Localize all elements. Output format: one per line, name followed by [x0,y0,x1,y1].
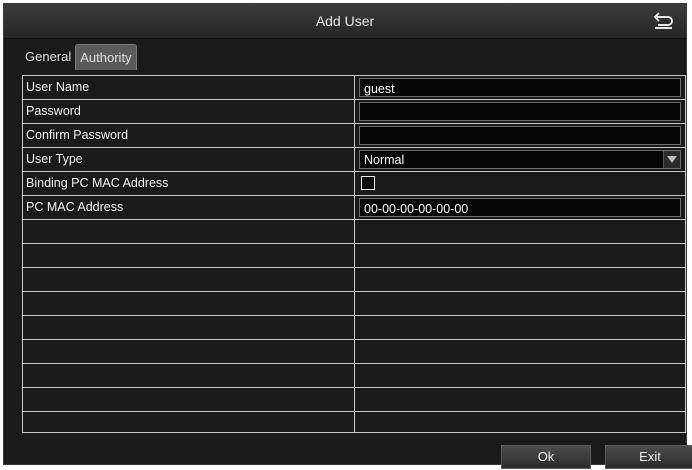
row-pc-mac: PC MAC Address [23,196,685,220]
binding-mac-checkbox[interactable] [361,176,375,190]
tab-bar: General Authority [21,44,137,70]
empty-row [23,340,685,364]
password-input[interactable] [359,102,681,121]
user-type-select[interactable]: Normal [359,150,681,169]
confirm-password-input[interactable] [359,126,681,145]
empty-row [23,364,685,388]
row-user-name: User Name [23,76,685,100]
return-arrow-icon[interactable] [652,11,674,31]
row-password: Password [23,100,685,124]
password-label: Password [26,104,81,118]
empty-row [23,388,685,412]
empty-row [23,244,685,268]
empty-row [23,292,685,316]
row-user-type: User Type Normal [23,148,685,172]
confirm-password-label: Confirm Password [26,128,129,142]
user-type-value: Normal [364,153,405,167]
dialog-title: Add User [315,13,375,29]
empty-row [23,268,685,292]
add-user-dialog: Add User General Authority User Name Pas… [3,3,692,469]
tab-authority[interactable]: Authority [75,44,137,70]
row-binding-mac: Binding PC MAC Address [23,172,685,196]
tab-general[interactable]: General [21,44,75,70]
user-name-input[interactable] [359,78,681,97]
pc-mac-input[interactable] [359,198,681,217]
empty-row [23,316,685,340]
pc-mac-label: PC MAC Address [26,200,124,214]
user-type-label: User Type [26,152,83,166]
user-settings-grid: User Name Password Confirm Password User… [22,75,686,433]
ok-button[interactable]: Ok [501,445,591,469]
title-bar: Add User [4,4,686,39]
exit-button[interactable]: Exit [605,445,692,469]
empty-row [23,220,685,244]
user-name-label: User Name [26,80,90,94]
binding-mac-label: Binding PC MAC Address [26,176,169,190]
chevron-down-icon[interactable] [663,151,680,168]
row-confirm-password: Confirm Password [23,124,685,148]
